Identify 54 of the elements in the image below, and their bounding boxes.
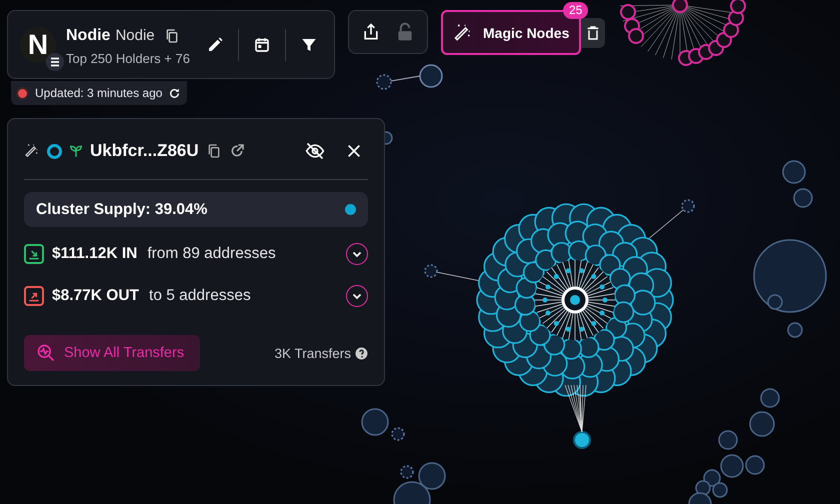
wallet-node [787,322,803,338]
wallet-node [782,160,806,184]
expand-button[interactable] [346,285,368,307]
sprout-icon [69,144,83,158]
flow-detail: to 5 addresses [149,287,251,305]
flow-detail: from 89 addresses [147,245,276,263]
hide-button[interactable] [305,141,325,161]
wallet-node [391,427,405,441]
transfers-count: 3K Transfers [274,346,351,360]
flow-amount: $111.12K IN [52,245,138,263]
wallet-node [400,465,414,479]
wallet-address: Ukbfcr...Z86U [90,141,199,161]
close-button[interactable] [346,143,362,159]
refresh-button[interactable] [168,86,182,100]
wallet-node [745,455,765,475]
wallet-node [418,462,446,490]
wallet-node [393,481,431,504]
help-icon [355,346,368,360]
flow-amount: $8.77K OUT [52,287,140,305]
holders-subtitle: Top 250 Holders + 76 [66,50,190,66]
open-link-button[interactable] [228,143,245,159]
chain-icon [46,52,64,70]
wallet-node [718,430,738,450]
magic-wand-button[interactable] [24,143,40,159]
wallet-node [376,74,392,90]
wallet-node [793,188,813,208]
cluster-supply: Cluster Supply: 39.04% [36,200,208,218]
wallet-node [361,408,389,436]
outgoing-icon [24,286,44,306]
calendar-icon [253,36,271,54]
copy-icon [164,28,180,44]
external-link-icon [228,143,245,159]
updated-text: Updated: 3 minutes ago [35,86,162,100]
refresh-icon [168,86,182,100]
wallet-node [760,388,780,408]
count-badge: 25 [563,2,588,19]
cluster-ring-icon [47,144,62,158]
transfers-search-icon [36,343,56,363]
eye-off-icon [305,141,325,161]
delete-button[interactable] [581,18,606,48]
trash-icon [585,24,602,42]
show-all-transfers-button[interactable]: Show All Transfers [24,335,200,371]
wallet-node [749,411,775,437]
token-symbol: Nodie [115,27,155,44]
expand-button[interactable] [346,243,368,265]
magic-wand-icon [24,143,40,159]
token-name: Nodie [66,26,110,44]
copy-icon [206,143,222,159]
wallet-node [419,64,443,88]
incoming-icon [24,244,44,264]
pencil-icon [206,36,224,54]
wallet-node [720,454,744,478]
copy-button[interactable] [206,143,222,159]
close-icon [346,143,362,159]
